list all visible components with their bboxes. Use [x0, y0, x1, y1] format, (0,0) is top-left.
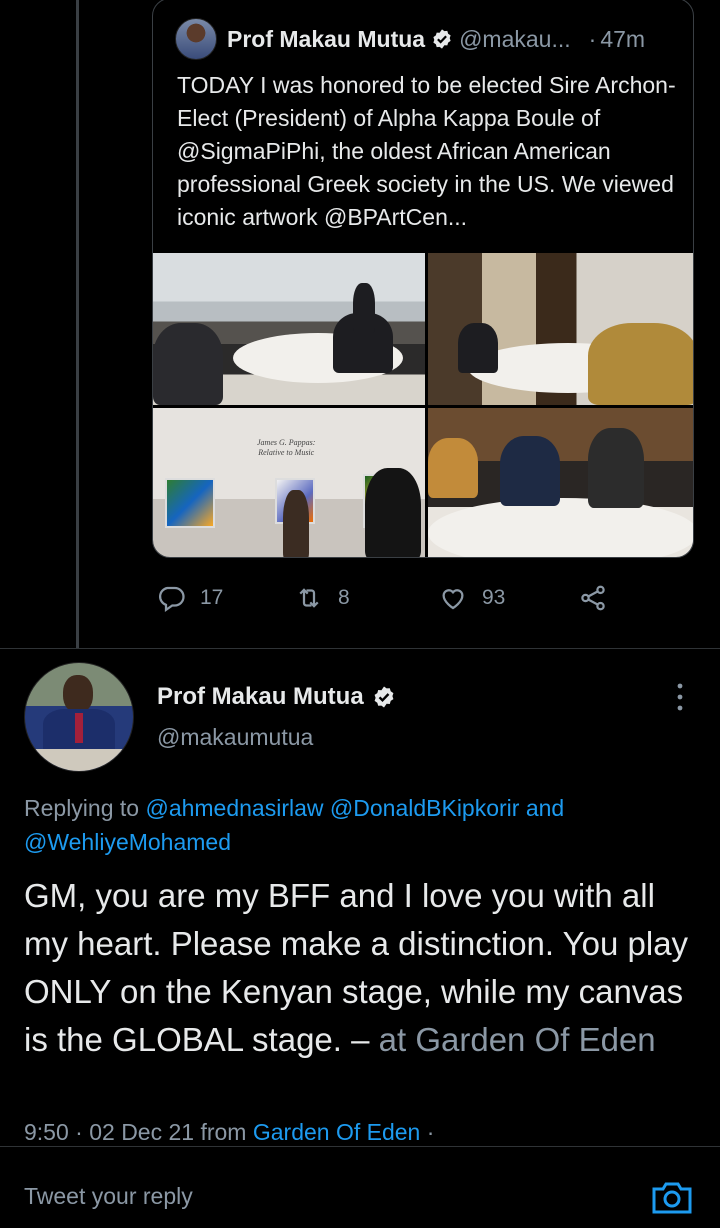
replying-prefix: Replying to [24, 795, 140, 821]
tweet-meta: 9:50 · 02 Dec 21 from Garden Of Eden · [24, 1119, 434, 1146]
share-icon [581, 585, 605, 611]
replying-to-line: Replying to @ahmednasirlaw @DonaldBKipko… [24, 791, 704, 859]
verified-badge-icon [374, 686, 394, 708]
thread-connector-line [76, 0, 79, 648]
replying-and: and [525, 795, 565, 821]
caption-line-1: James G. Pappas: [257, 438, 316, 447]
main-author-handle[interactable]: @makaumutua [157, 724, 313, 751]
like-icon [442, 589, 464, 610]
reply-input[interactable] [24, 1183, 584, 1210]
quoted-tweet-text: TODAY I was honored to be elected Sire A… [177, 72, 676, 230]
reply-composer-bar [0, 1146, 720, 1228]
header-separator: · [588, 25, 597, 52]
main-tweet-body: GM, you are my BFF and I love you with a… [24, 872, 704, 1064]
mention-wehliyemohamed[interactable]: @WehliyeMohamed [24, 829, 231, 855]
like-button[interactable]: 93 [438, 583, 505, 613]
like-count: 93 [482, 586, 506, 609]
tweet-source-link[interactable]: Garden Of Eden [253, 1119, 421, 1145]
photo-dinner-room-1[interactable] [153, 253, 425, 405]
photo-grid: James G. Pappas: Relative to Music [153, 253, 693, 557]
quoted-author-handle[interactable]: @makau... [459, 26, 571, 53]
caption-line-2: Relative to Music [258, 448, 315, 457]
tweet-date: 02 Dec 21 [89, 1119, 195, 1145]
retweet-button[interactable]: 8 [294, 583, 350, 613]
quoted-author-avatar[interactable] [175, 18, 217, 60]
share-button[interactable] [578, 583, 622, 613]
verified-badge-icon [433, 29, 451, 49]
tweet-divider [0, 648, 720, 649]
reply-icon [159, 586, 185, 613]
quoted-tweet-card[interactable]: Prof Makau Mutua @makau... · 47m TODAY I… [152, 0, 694, 558]
more-icon[interactable] [670, 680, 690, 714]
location-text[interactable]: at Garden Of Eden [379, 1021, 656, 1058]
main-author-avatar[interactable] [24, 662, 134, 772]
meta-dot: · [75, 1119, 83, 1145]
mention-ahmednasirlaw[interactable]: @ahmednasirlaw [145, 795, 323, 821]
quoted-tweet-actions: 17 8 93 [152, 583, 672, 617]
photo-gallery-artwork[interactable]: James G. Pappas: Relative to Music [153, 408, 425, 557]
reply-button[interactable]: 17 [156, 583, 223, 613]
mention-donaldbkipkorir[interactable]: @DonaldBKipkorir [330, 795, 520, 821]
reply-count: 17 [200, 586, 224, 609]
quoted-tweet-header: Prof Makau Mutua @makau... · 47m [175, 18, 645, 60]
photo-dinner-table[interactable] [428, 408, 693, 557]
tweet-time: 9:50 [24, 1119, 69, 1145]
main-author-name-row[interactable]: Prof Makau Mutua [157, 683, 402, 711]
camera-icon[interactable] [650, 1177, 694, 1217]
meta-trailing-dot: · [426, 1119, 435, 1145]
quoted-tweet-time[interactable]: 47m [600, 26, 645, 53]
quoted-author-name[interactable]: Prof Makau Mutua [227, 26, 425, 53]
retweet-count: 8 [338, 586, 350, 609]
artwork-caption: James G. Pappas: Relative to Music [257, 438, 315, 458]
photo-dinner-room-2[interactable] [428, 253, 693, 405]
main-author-name[interactable]: Prof Makau Mutua [157, 683, 364, 711]
from-label: from [200, 1119, 247, 1145]
retweet-icon [299, 588, 319, 608]
